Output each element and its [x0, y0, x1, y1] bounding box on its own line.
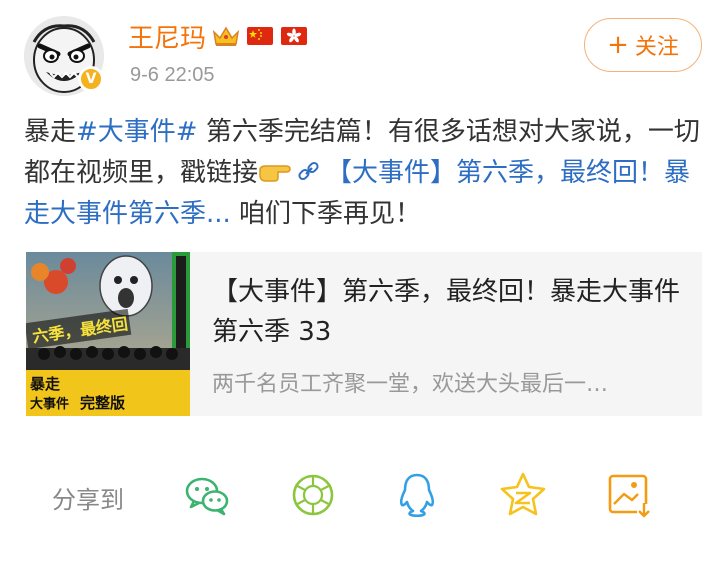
share-bar: 分享到	[0, 462, 728, 526]
username[interactable]: 王尼玛	[128, 18, 206, 55]
thumb-tag: 完整版	[80, 394, 125, 412]
qzone-icon[interactable]	[498, 470, 548, 520]
video-card[interactable]: 六季，最终回 暴走 大事件 完整版 【大事件】第六季，最终回！暴走大事件第六季 …	[26, 252, 702, 416]
follow-button[interactable]: + 关注	[584, 18, 702, 72]
post-prefix: 暴走	[24, 117, 77, 147]
post-text: 暴走#大事件# 第六季完结篇！有很多话想对大家说，一切都在视频里，戳链接 【大事件…	[24, 112, 704, 235]
china-flag-icon	[246, 24, 274, 48]
thumb-brand-line2: 大事件	[30, 396, 69, 412]
plus-icon: +	[607, 30, 629, 60]
hong-kong-flag-icon	[280, 24, 308, 48]
moments-icon[interactable]	[288, 470, 338, 520]
post-header: V 王尼玛 9-6 22:05 + 关注	[0, 0, 728, 110]
link-icon	[292, 158, 326, 188]
share-label: 分享到	[52, 486, 124, 514]
video-thumbnail[interactable]: 六季，最终回 暴走 大事件 完整版	[26, 252, 190, 416]
wechat-icon[interactable]	[182, 470, 232, 520]
post-time: 9-6 22:05	[130, 64, 215, 86]
follow-label: 关注	[634, 35, 679, 60]
card-title[interactable]: 【大事件】第六季，最终回！暴走大事件第六季 33	[212, 272, 682, 352]
username-row: 王尼玛	[128, 18, 308, 54]
thumb-brand-line1: 暴走	[30, 375, 60, 393]
save-image-icon[interactable]	[604, 470, 654, 520]
card-description: 两千名员工齐聚一堂，欢送大头最后一…	[212, 372, 609, 397]
post-suffix: 咱们下季再见！	[230, 199, 422, 229]
verified-badge: V	[78, 66, 104, 92]
qq-icon[interactable]	[392, 470, 442, 520]
pointing-hand-icon	[258, 158, 292, 188]
hashtag-link[interactable]: #大事件#	[76, 117, 198, 147]
crown-icon	[212, 24, 240, 48]
